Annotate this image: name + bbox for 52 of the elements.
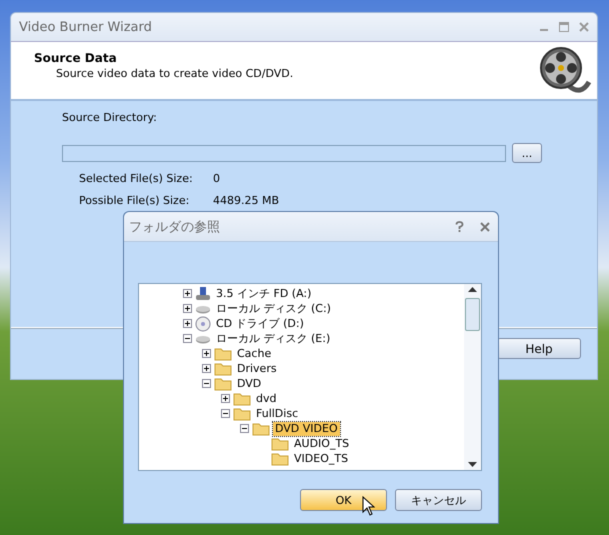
collapse-icon[interactable] [221, 409, 230, 418]
ok-button[interactable]: OK [300, 489, 387, 511]
tree-item[interactable]: ローカル ディスク (E:) [214, 332, 332, 346]
collapse-icon[interactable] [202, 379, 211, 388]
collapse-icon[interactable] [183, 334, 192, 343]
folder-icon [252, 421, 270, 436]
tree-item[interactable]: AUDIO_TS [292, 436, 352, 450]
tree-item[interactable]: ローカル ディスク (C:) [214, 302, 333, 316]
tree-item[interactable]: dvd [254, 392, 278, 406]
scroll-thumb[interactable] [465, 298, 480, 331]
tree-item[interactable]: FullDisc [254, 406, 300, 420]
field-value: 0 [213, 172, 220, 185]
tree-item[interactable]: VIDEO_TS [292, 452, 350, 466]
field-value: 4489.25 MB [213, 194, 280, 207]
cd-icon [195, 316, 211, 332]
tree-item[interactable]: CD ドライブ (D:) [214, 316, 306, 330]
tree-item[interactable]: DVD [235, 376, 264, 390]
folder-icon [233, 391, 251, 406]
scrollbar[interactable] [464, 284, 481, 470]
folder-icon [214, 361, 232, 376]
close-icon[interactable] [480, 222, 490, 232]
header-title: Source Data [34, 51, 118, 65]
tree-item[interactable]: Drivers [235, 362, 279, 376]
scroll-up-icon[interactable] [468, 287, 477, 292]
expand-icon[interactable] [183, 289, 192, 298]
browse-button[interactable]: ... [512, 143, 542, 163]
expand-icon[interactable] [183, 319, 192, 328]
window-title: Video Burner Wizard [19, 20, 153, 34]
field-label: Selected File(s) Size: [79, 172, 194, 185]
field-label: Possible File(s) Size: [79, 194, 190, 207]
help-icon[interactable] [455, 221, 464, 232]
folder-icon [271, 451, 289, 466]
expand-icon[interactable] [221, 394, 230, 403]
expand-icon[interactable] [183, 304, 192, 313]
expand-icon[interactable] [202, 364, 211, 373]
cursor-icon [362, 496, 375, 516]
tree-item[interactable]: DVD VIDEO [273, 422, 340, 436]
folder-icon [233, 406, 251, 421]
expand-icon[interactable] [202, 349, 211, 358]
header-subtitle: Source video data to create video CD/DVD. [55, 67, 294, 80]
help-button[interactable]: Help [497, 338, 581, 359]
tree-item[interactable]: Cache [235, 346, 274, 360]
cancel-button[interactable]: キャンセル [395, 489, 482, 511]
dialog-title: フォルダの参照 [129, 218, 221, 236]
folder-icon [214, 376, 232, 391]
floppy-drive-icon [195, 286, 211, 302]
collapse-icon[interactable] [240, 424, 249, 433]
scroll-down-icon[interactable] [468, 462, 477, 467]
field-label: Source Directory: [62, 111, 158, 124]
tree-item[interactable]: 3.5 インチ FD (A:) [214, 286, 314, 300]
source-directory-field[interactable] [62, 144, 506, 162]
folder-icon [214, 346, 232, 361]
